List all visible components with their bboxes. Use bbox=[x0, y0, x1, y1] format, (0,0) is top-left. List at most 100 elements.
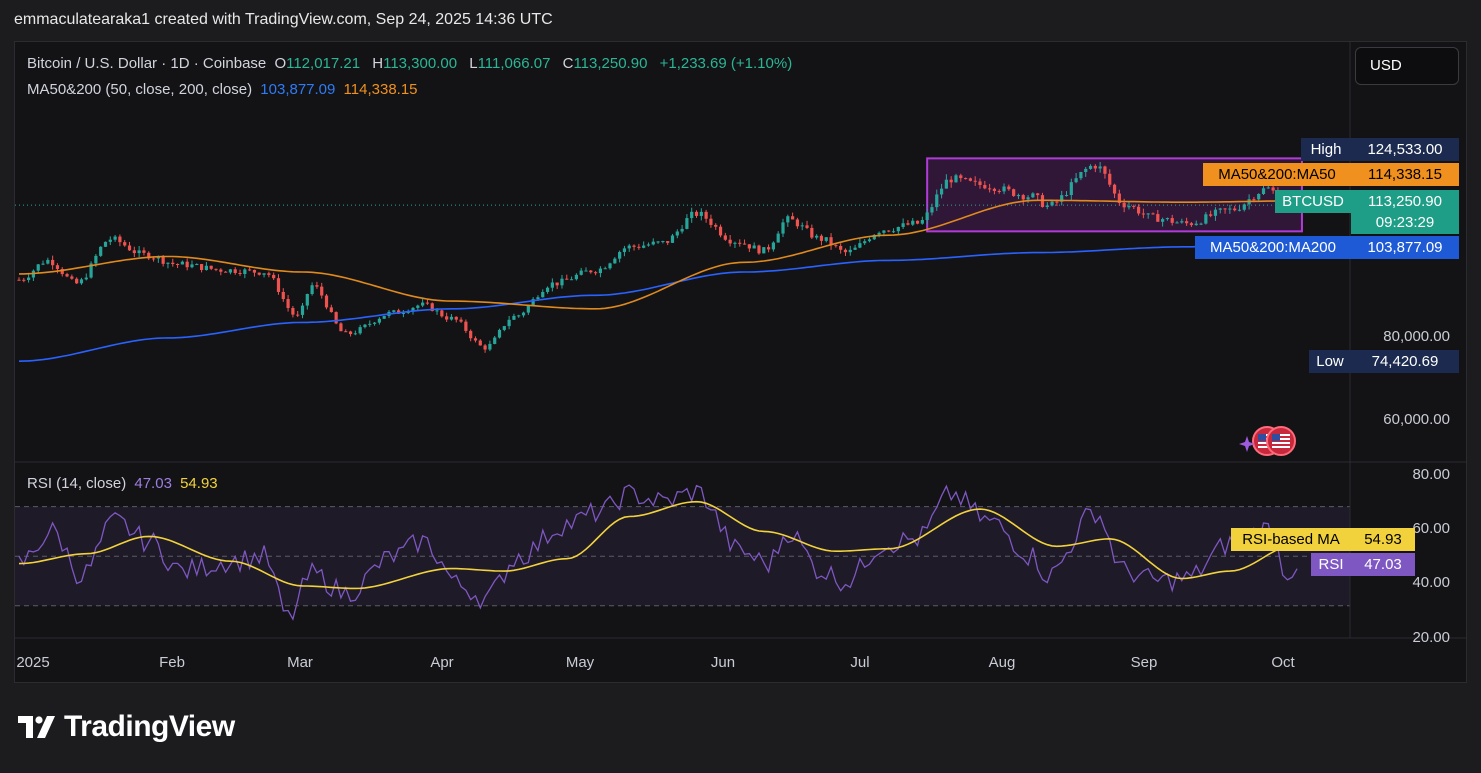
candle-body bbox=[536, 297, 540, 300]
candle-body bbox=[228, 269, 233, 273]
chart-plot[interactable] bbox=[15, 42, 1466, 682]
candle-body bbox=[175, 264, 180, 266]
candle-body bbox=[728, 239, 732, 244]
candle-body bbox=[127, 245, 132, 251]
candle-body bbox=[762, 247, 766, 254]
rsi-legend-value: 47.03 bbox=[134, 475, 172, 492]
x-axis-label: Aug bbox=[988, 654, 1016, 671]
close-label: C bbox=[562, 55, 574, 72]
chart-frame[interactable]: Bitcoin / U.S. Dollar · 1D · Coinbase O1… bbox=[14, 41, 1467, 683]
candle-body bbox=[353, 333, 357, 335]
low-label: L bbox=[469, 55, 478, 72]
candle-body bbox=[1233, 208, 1237, 211]
candle-body bbox=[1209, 214, 1213, 216]
candle-body bbox=[248, 269, 252, 271]
candle-body bbox=[123, 242, 127, 246]
candle-body bbox=[1093, 165, 1097, 169]
candle-body bbox=[445, 316, 449, 320]
candle-body bbox=[435, 310, 439, 312]
candle-body bbox=[243, 269, 247, 274]
candle-body bbox=[1069, 182, 1073, 196]
candle-body bbox=[502, 326, 506, 330]
candle-body bbox=[1136, 206, 1141, 214]
candle-body bbox=[747, 244, 751, 249]
candle-body bbox=[1026, 197, 1030, 200]
candle-body bbox=[637, 246, 641, 248]
candle-body bbox=[944, 179, 948, 189]
x-axis-label: Jun bbox=[710, 654, 736, 671]
candle-body bbox=[512, 315, 516, 320]
candle-body bbox=[1165, 218, 1170, 220]
candle-body bbox=[300, 305, 305, 315]
candle-body bbox=[632, 245, 636, 247]
candle-body bbox=[449, 316, 454, 320]
candle-body bbox=[27, 277, 31, 281]
economic-events-flags[interactable] bbox=[1237, 424, 1297, 458]
rsi-legend[interactable]: RSI (14, close) 47.03 54.93 bbox=[27, 475, 222, 492]
candle-body bbox=[99, 246, 103, 256]
candle-body bbox=[209, 265, 213, 269]
symbol-tag: BTCUSD bbox=[1275, 190, 1351, 213]
candle-body bbox=[1074, 178, 1078, 183]
candle-body bbox=[315, 285, 319, 287]
candle-body bbox=[103, 241, 108, 247]
candle-body bbox=[1064, 195, 1069, 197]
candle-body bbox=[238, 272, 242, 274]
candle-body bbox=[1257, 194, 1261, 200]
candle-body bbox=[1204, 214, 1208, 224]
candle-body bbox=[257, 272, 261, 275]
candle-body bbox=[1084, 168, 1088, 173]
candle-body bbox=[1242, 204, 1246, 210]
close-value: 113,250.90 bbox=[573, 55, 648, 72]
ma200-legend-value: 103,877.09 bbox=[260, 81, 336, 98]
candle-body bbox=[1213, 209, 1218, 216]
ma-indicator-label: MA50&200 (50, close, 200, close) bbox=[27, 81, 253, 98]
candle-body bbox=[464, 321, 468, 331]
candle-body bbox=[666, 241, 670, 243]
candle-body bbox=[978, 181, 982, 185]
candle-body bbox=[305, 293, 309, 306]
rsi-ma-tag-value: 54.93 bbox=[1351, 528, 1415, 551]
candle-body bbox=[79, 279, 84, 284]
candle-body bbox=[1127, 205, 1131, 208]
candle-body bbox=[1252, 199, 1256, 201]
currency-button[interactable]: USD bbox=[1355, 47, 1459, 85]
candle-body bbox=[608, 263, 612, 269]
ma-legend[interactable]: MA50&200 (50, close, 200, close) 103,877… bbox=[27, 81, 422, 98]
candle-body bbox=[488, 343, 492, 350]
candle-body bbox=[493, 337, 497, 344]
candle-body bbox=[36, 264, 40, 271]
x-axis-label: May bbox=[565, 654, 595, 671]
candle-body bbox=[65, 274, 69, 277]
candle-body bbox=[180, 261, 184, 265]
candle-body bbox=[358, 327, 362, 334]
candle-body bbox=[579, 270, 583, 275]
candle-body bbox=[151, 258, 156, 260]
candle-body bbox=[204, 265, 208, 270]
candle-body bbox=[584, 270, 588, 272]
candle-body bbox=[1122, 202, 1126, 208]
candle-body bbox=[1079, 172, 1083, 179]
candle-body bbox=[195, 264, 199, 266]
candle-body bbox=[281, 291, 285, 300]
ma50-tag-value: 114,338.15 bbox=[1351, 163, 1459, 186]
candle-body bbox=[733, 242, 737, 244]
candle-body bbox=[199, 264, 204, 270]
rsi-axis-label: 40.00 bbox=[1412, 574, 1450, 591]
tradingview-logo[interactable]: TradingView bbox=[18, 710, 235, 744]
symbol-title[interactable]: Bitcoin / U.S. Dollar · 1D · Coinbase bbox=[27, 55, 266, 72]
candle-body bbox=[382, 315, 386, 319]
candle-body bbox=[425, 302, 430, 304]
candle-body bbox=[935, 194, 939, 208]
rsi-tag-label: RSI bbox=[1311, 553, 1351, 576]
us-flag-icon[interactable] bbox=[1266, 426, 1296, 456]
x-axis-label: Oct bbox=[1271, 654, 1295, 671]
candle-body bbox=[997, 190, 1001, 192]
candle-body bbox=[906, 223, 910, 225]
candle-body bbox=[541, 291, 545, 298]
candle-body bbox=[714, 224, 718, 227]
candle-body bbox=[1103, 166, 1107, 174]
rsi-axis-label: 80.00 bbox=[1412, 466, 1450, 483]
candle-body bbox=[939, 188, 944, 195]
candle-body bbox=[766, 247, 771, 250]
